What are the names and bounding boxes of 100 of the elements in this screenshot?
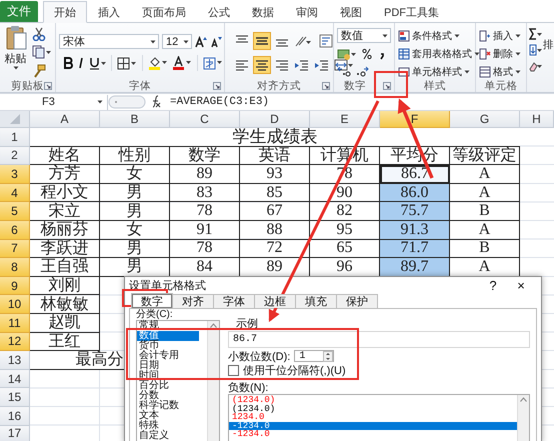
row-header[interactable]: 15 bbox=[0, 388, 30, 407]
name-box[interactable]: F3 bbox=[0, 94, 108, 110]
paste-icon[interactable] bbox=[4, 25, 26, 51]
table-cell[interactable]: 72 bbox=[240, 240, 310, 258]
table-cell[interactable]: 71.7 bbox=[380, 240, 450, 258]
row-header[interactable]: 10 bbox=[0, 295, 30, 314]
row-header[interactable]: 7 bbox=[0, 240, 30, 258]
table-cell[interactable]: 杨丽芬 bbox=[30, 220, 100, 240]
negative-format-item[interactable]: -1234.0 bbox=[229, 430, 517, 439]
ribbon-tab[interactable]: 页面布局 bbox=[131, 1, 197, 23]
table-cell[interactable]: 93 bbox=[240, 165, 310, 184]
column-header[interactable]: C bbox=[170, 111, 240, 128]
table-cell[interactable]: B bbox=[450, 202, 520, 221]
table-cell[interactable]: 78 bbox=[170, 202, 240, 221]
decrease-decimal-icon[interactable] bbox=[355, 65, 369, 77]
percent-icon[interactable] bbox=[362, 48, 372, 60]
font-name-field[interactable]: 宋体 bbox=[59, 34, 159, 49]
column-header[interactable]: A bbox=[30, 111, 100, 128]
table-cell[interactable]: A bbox=[450, 184, 520, 202]
close-button[interactable]: × bbox=[507, 278, 535, 293]
table-cell[interactable]: 85 bbox=[240, 184, 310, 202]
row-header[interactable]: 8 bbox=[0, 258, 30, 277]
caret-icon[interactable] bbox=[97, 100, 103, 104]
table-cell[interactable]: 67 bbox=[240, 202, 310, 221]
table-cell[interactable]: B bbox=[450, 240, 520, 258]
table-cell[interactable]: 宋立 bbox=[30, 202, 100, 221]
ribbon-menu-button[interactable]: 套用表格格式 bbox=[398, 46, 480, 61]
negative-format-item[interactable]: (1234.0) bbox=[229, 396, 517, 405]
borders-icon[interactable] bbox=[117, 56, 137, 70]
paste-button[interactable]: 粘贴 bbox=[4, 51, 26, 66]
format-painter-icon[interactable] bbox=[32, 64, 46, 78]
table-cell[interactable]: 91.3 bbox=[380, 220, 450, 240]
font-size-field[interactable]: 12 bbox=[162, 34, 192, 49]
table-cell[interactable]: 王自强 bbox=[30, 258, 100, 277]
ribbon-menu-button[interactable]: 删除 bbox=[479, 46, 521, 61]
cut-icon[interactable] bbox=[32, 27, 46, 42]
table-cell[interactable]: 89 bbox=[170, 165, 240, 184]
caret-icon[interactable] bbox=[150, 40, 156, 44]
table-cell[interactable]: 赵凯 bbox=[30, 314, 100, 333]
table-cell[interactable]: 刘刚 bbox=[30, 276, 100, 296]
table-cell[interactable]: 男 bbox=[100, 184, 170, 202]
italic-icon[interactable] bbox=[77, 57, 85, 69]
font-color-icon[interactable] bbox=[172, 56, 192, 70]
table-cell[interactable]: 林敏敏 bbox=[30, 295, 100, 314]
table-cell[interactable]: 姓名 bbox=[30, 146, 100, 166]
table-cell[interactable]: A bbox=[450, 165, 520, 184]
phonetic-guide-icon[interactable] bbox=[203, 56, 223, 70]
row-header[interactable]: 16 bbox=[0, 406, 30, 426]
file-tab[interactable]: 文件 bbox=[0, 1, 38, 22]
dialog-tab[interactable]: 边框 bbox=[254, 294, 296, 308]
ribbon-tab[interactable]: 插入 bbox=[87, 1, 131, 23]
row-header[interactable]: 13 bbox=[0, 351, 30, 370]
decimal-places-field[interactable]: 1 bbox=[294, 350, 334, 362]
dialog-tab[interactable]: 字体 bbox=[213, 294, 255, 308]
dialog-tab[interactable]: 数字 bbox=[131, 293, 173, 308]
ribbon-tab[interactable]: PDF工具集 bbox=[373, 1, 450, 23]
increase-decimal-icon[interactable] bbox=[337, 65, 351, 77]
formula-field[interactable]: =AVERAGE(C3:E3) bbox=[162, 96, 270, 108]
spinner-arrows-icon[interactable] bbox=[323, 350, 334, 362]
ribbon-tab[interactable]: 审阅 bbox=[285, 1, 329, 23]
row-header[interactable]: 2 bbox=[0, 146, 30, 166]
ribbon-menu-button[interactable]: 格式 bbox=[479, 64, 521, 79]
dialog-tab[interactable]: 填充 bbox=[295, 294, 337, 308]
dialog-launcher-icon[interactable] bbox=[44, 82, 52, 90]
table-cell[interactable]: 86.0 bbox=[380, 184, 450, 202]
column-header[interactable]: B bbox=[100, 111, 170, 128]
caret-icon[interactable] bbox=[382, 34, 388, 38]
checkbox[interactable] bbox=[228, 364, 239, 376]
negative-format-item[interactable]: (1234.0) bbox=[229, 404, 517, 414]
row-header[interactable]: 14 bbox=[0, 370, 30, 388]
dialog-launcher-icon[interactable] bbox=[383, 82, 391, 90]
row-header[interactable]: 4 bbox=[0, 184, 30, 202]
negative-format-list[interactable]: (1234.0) (1234.0) 1234.0 -1234.0 -1234.0 bbox=[228, 394, 530, 441]
table-cell[interactable]: 78 bbox=[170, 240, 240, 258]
eraser-icon[interactable] bbox=[529, 60, 542, 72]
dialog-launcher-icon[interactable] bbox=[322, 82, 330, 90]
currency-icon[interactable] bbox=[337, 47, 357, 61]
table-cell[interactable]: 等级评定 bbox=[450, 146, 520, 166]
negative-format-item[interactable]: -1234.0 bbox=[229, 422, 517, 430]
ribbon-tab[interactable]: 数据 bbox=[241, 1, 285, 23]
ribbon-menu-button[interactable]: 插入 bbox=[479, 28, 521, 43]
grow-font-icon[interactable] bbox=[195, 36, 207, 48]
bold-icon[interactable] bbox=[63, 57, 73, 69]
scroll-up-icon[interactable] bbox=[210, 323, 217, 328]
row-header[interactable]: 3 bbox=[0, 165, 30, 184]
table-cell[interactable]: 数学 bbox=[170, 146, 240, 166]
sort-filter-button[interactable]: 排 bbox=[543, 38, 554, 52]
table-cell[interactable]: 男 bbox=[100, 240, 170, 258]
table-cell[interactable]: 女 bbox=[100, 165, 170, 184]
ribbon-tab[interactable]: 视图 bbox=[329, 1, 373, 23]
row-header[interactable]: 11 bbox=[0, 314, 30, 333]
copy-icon[interactable] bbox=[32, 45, 52, 60]
caret-icon[interactable] bbox=[12, 66, 18, 70]
column-header[interactable]: E bbox=[310, 111, 380, 128]
ribbon-tab[interactable]: 公式 bbox=[197, 1, 241, 23]
column-header[interactable]: H bbox=[520, 111, 554, 128]
row-header[interactable]: 17 bbox=[0, 426, 30, 441]
ribbon-menu-button[interactable]: 条件格式 bbox=[398, 28, 480, 43]
category-item[interactable]: 百分比 bbox=[137, 381, 207, 391]
ribbon-menu-button[interactable]: 单元格样式 bbox=[398, 64, 480, 79]
